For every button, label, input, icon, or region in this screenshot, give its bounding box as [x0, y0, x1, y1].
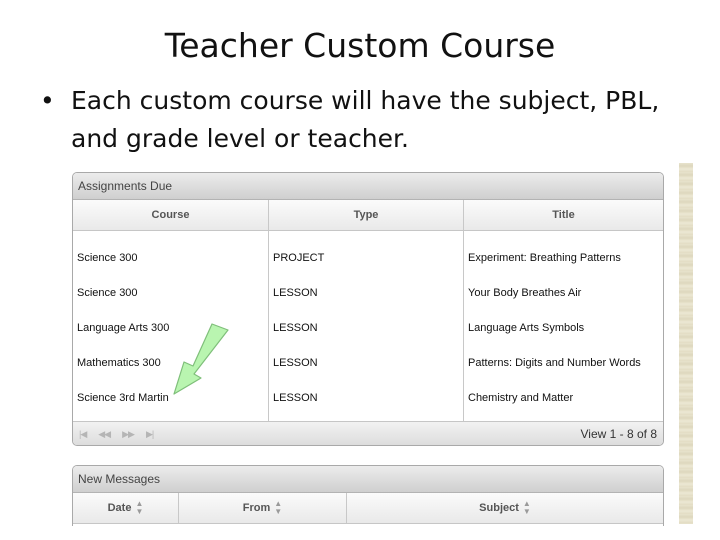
- assignments-panel-title: Assignments Due: [73, 173, 663, 200]
- pager-bar: |◀ ◀◀ ▶▶ ▶| View 1 - 8 of 8: [73, 422, 663, 445]
- pager-info: View 1 - 8 of 8: [580, 427, 658, 441]
- assignments-table-body: Science 300 Science 300 Language Arts 30…: [73, 231, 663, 422]
- table-cell-title[interactable]: Language Arts Symbols: [468, 322, 584, 334]
- table-cell-title[interactable]: Experiment: Breathing Patterns: [468, 252, 621, 264]
- title-column: Experiment: Breathing Patterns Your Body…: [464, 231, 663, 421]
- column-header-from[interactable]: From ▲ ▼: [179, 493, 347, 523]
- slide-title: Teacher Custom Course: [164, 26, 556, 65]
- table-cell-type[interactable]: LESSON: [273, 392, 318, 404]
- table-cell-title[interactable]: Chemistry and Matter: [468, 392, 573, 404]
- texture-strip: [679, 163, 693, 524]
- column-header-from-label: From: [242, 502, 271, 514]
- column-header-subject-label: Subject: [479, 502, 519, 514]
- sort-arrows-icon[interactable]: ▲ ▼: [523, 500, 531, 516]
- table-cell-type[interactable]: LESSON: [273, 322, 318, 334]
- messages-header-row: Date ▲ ▼ From ▲ ▼ Subject ▲ ▼: [73, 493, 663, 524]
- table-cell-course[interactable]: Science 300: [77, 287, 138, 299]
- prev-page-icon[interactable]: ◀◀: [98, 429, 111, 440]
- column-header-date[interactable]: Date ▲ ▼: [73, 493, 179, 523]
- table-cell-title[interactable]: Patterns: Digits and Number Words: [468, 357, 641, 369]
- column-header-type[interactable]: Type: [269, 200, 464, 230]
- bullet-marker: •: [40, 86, 55, 115]
- bullet-text: Each custom course will have the subject…: [71, 86, 660, 153]
- table-cell-course[interactable]: Mathematics 300: [77, 357, 161, 369]
- pager-buttons: |◀ ◀◀ ▶▶ ▶|: [79, 429, 154, 440]
- table-cell-title[interactable]: Your Body Breathes Air: [468, 287, 581, 299]
- assignments-panel: Assignments Due Course Type Title Scienc…: [72, 172, 664, 446]
- table-cell-course[interactable]: Language Arts 300: [77, 322, 169, 334]
- table-cell-type[interactable]: LESSON: [273, 287, 318, 299]
- messages-panel: New Messages Date ▲ ▼ From ▲ ▼ Subject ▲ ▼: [72, 465, 664, 526]
- messages-panel-title: New Messages: [73, 466, 663, 493]
- sort-arrows-icon[interactable]: ▲ ▼: [274, 500, 282, 516]
- sort-arrows-icon[interactable]: ▲ ▼: [135, 500, 143, 516]
- table-cell-type[interactable]: PROJECT: [273, 252, 324, 264]
- last-page-icon[interactable]: ▶|: [146, 429, 154, 440]
- type-column: PROJECT LESSON LESSON LESSON LESSON: [269, 231, 464, 421]
- column-header-date-label: Date: [107, 502, 132, 514]
- pointer-arrow-icon: [173, 323, 229, 395]
- column-header-course[interactable]: Course: [73, 200, 269, 230]
- table-cell-course[interactable]: Science 3rd Martin: [77, 392, 169, 404]
- column-header-subject[interactable]: Subject ▲ ▼: [347, 493, 663, 523]
- table-cell-course[interactable]: Science 300: [77, 252, 138, 264]
- pointer-arrow-shape: [173, 323, 229, 395]
- first-page-icon[interactable]: |◀: [79, 429, 87, 440]
- column-header-title[interactable]: Title: [464, 200, 663, 230]
- assignments-header-row: Course Type Title: [73, 200, 663, 231]
- table-cell-type[interactable]: LESSON: [273, 357, 318, 369]
- next-page-icon[interactable]: ▶▶: [122, 429, 135, 440]
